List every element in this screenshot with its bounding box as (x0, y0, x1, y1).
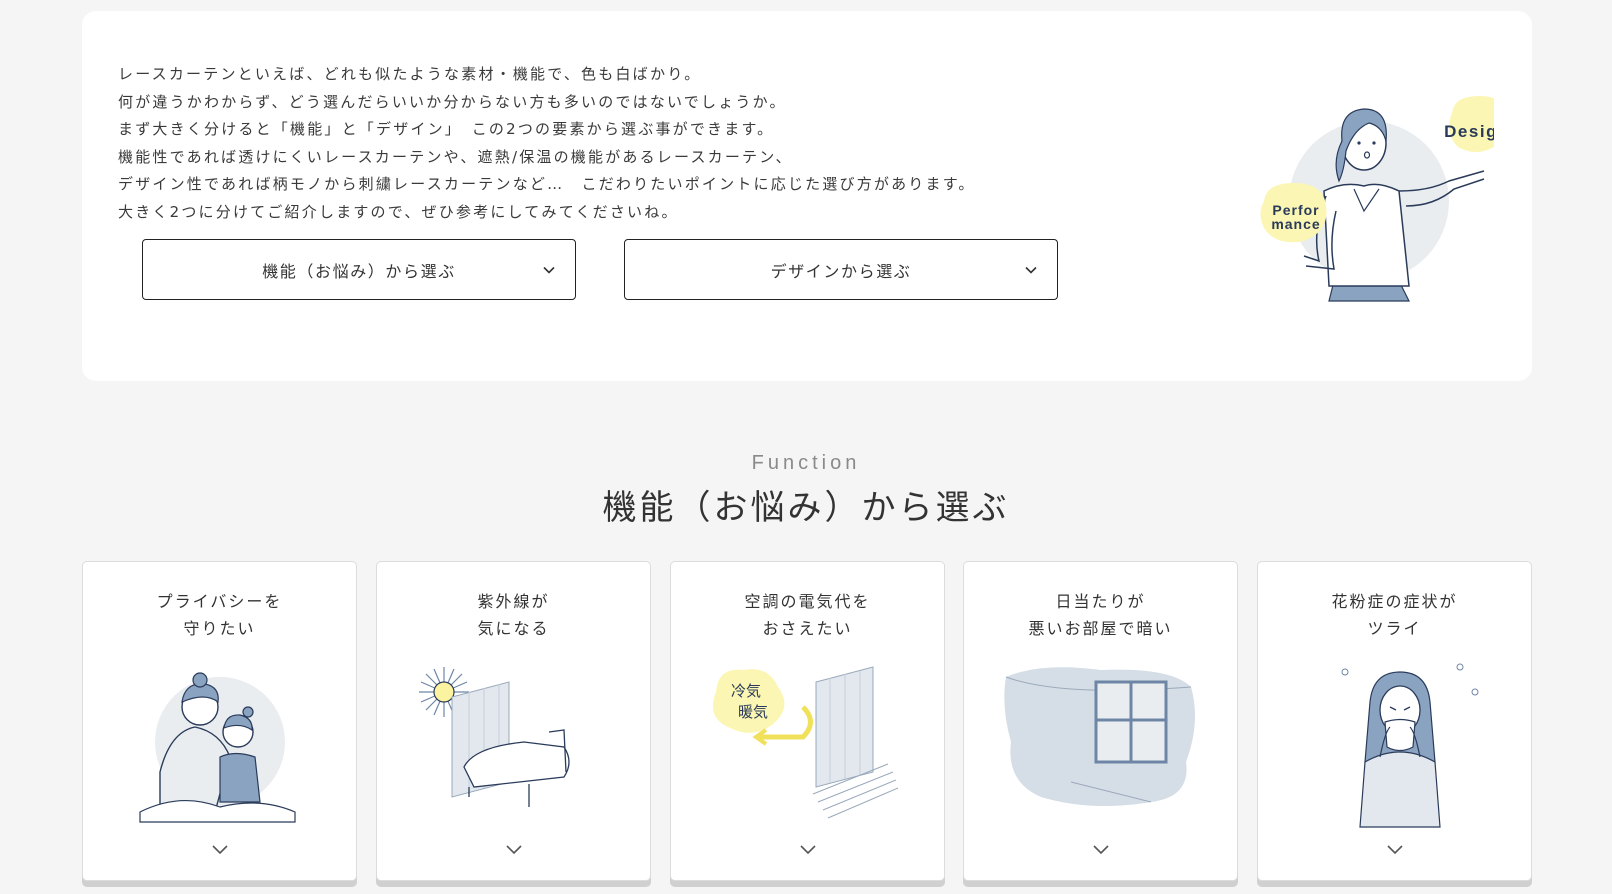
chevron-down-icon (543, 266, 555, 274)
select-by-design-label: デザインから選ぶ (770, 261, 912, 281)
section-title: 機能（お悩み）から選ぶ (602, 488, 1010, 528)
card-title-line: ツライ (1367, 619, 1422, 638)
sneezing-woman-illustration (1341, 663, 1479, 828)
sun-and-bed-illustration (419, 667, 570, 807)
card-title-line: 悪いお部屋で暗い (1028, 619, 1173, 638)
design-bubble-text: Design (1444, 122, 1494, 141)
card-title-line: 日当たりが (1055, 592, 1146, 611)
warm-air-label: 暖気 (738, 703, 768, 721)
card-title-line: 気になる (477, 619, 550, 638)
card-title: 紫外線が 気になる (377, 588, 650, 642)
card-uv[interactable]: 紫外線が 気になる (376, 561, 651, 881)
card-title: 空調の電気代を おさえたい (671, 588, 944, 642)
intro-line: 機能性であれば透けにくいレースカーテンや、遮熱/保温の機能があるレースカーテン、 (118, 147, 793, 166)
intro-line: 何が違うかわからず、どう選んだらいいか分からない方も多いのではないでしょうか。 (118, 92, 787, 111)
card-title: プライバシーを 守りたい (83, 588, 356, 642)
cold-air-label: 冷気 (731, 682, 761, 700)
intro-card: レースカーテンといえば、どれも似たような素材・機能で、色も白ばかり。 何が違うか… (82, 11, 1532, 381)
card-hay-fever[interactable]: 花粉症の症状が ツライ (1257, 561, 1532, 881)
intro-text: レースカーテンといえば、どれも似たような素材・機能で、色も白ばかり。 何が違うか… (118, 61, 976, 226)
section-subtitle: Function (751, 452, 861, 474)
select-by-function-button[interactable]: 機能（お悩み）から選ぶ (142, 239, 576, 300)
select-by-function-label: 機能（お悩み）から選ぶ (262, 261, 456, 281)
intro-line: 大きく2つに分けてご紹介しますので、ぜひ参考にしてみてくださいね。 (118, 202, 679, 221)
card-privacy[interactable]: プライバシーを 守りたい (82, 561, 357, 881)
card-title: 花粉症の症状が ツライ (1258, 588, 1531, 642)
card-title-line: おさえたい (762, 619, 853, 638)
woman-presenting-illustration: Design Perfor mance (1260, 96, 1494, 302)
intro-line: デザイン性であれば柄モノから刺繍レースカーテンなど… こだわりたいポイントに応じ… (118, 175, 976, 193)
card-air-conditioning[interactable]: 空調の電気代を おさえたい 冷気 暖気 (670, 561, 945, 881)
chevron-down-icon (1025, 266, 1037, 274)
card-title-line: 守りたい (183, 619, 256, 638)
performance-bubble-text-2: mance (1271, 216, 1320, 232)
chevron-down-icon (800, 845, 816, 855)
card-title-line: プライバシーを (156, 592, 283, 611)
card-title: 日当たりが 悪いお部屋で暗い (964, 588, 1237, 642)
intro-line: まず大きく分けると「機能」と「デザイン」 この2つの要素から選ぶ事ができます。 (118, 120, 775, 138)
chevron-down-icon (212, 845, 228, 855)
chevron-down-icon (1387, 845, 1403, 855)
dark-room-window-illustration (1004, 667, 1195, 806)
card-dark-room[interactable]: 日当たりが 悪いお部屋で暗い (963, 561, 1238, 881)
card-title-line: 空調の電気代を (744, 592, 871, 611)
chevron-down-icon (1093, 845, 1109, 855)
intro-line: レースカーテンといえば、どれも似たような素材・機能で、色も白ばかり。 (118, 65, 702, 83)
parent-child-illustration (139, 672, 296, 823)
card-title-line: 花粉症の症状が (1331, 592, 1458, 611)
chevron-down-icon (506, 845, 522, 855)
select-by-design-button[interactable]: デザインから選ぶ (624, 239, 1058, 300)
card-title-line: 紫外線が (477, 592, 550, 611)
cold-warm-air-illustration: 冷気 暖気 (712, 666, 899, 819)
